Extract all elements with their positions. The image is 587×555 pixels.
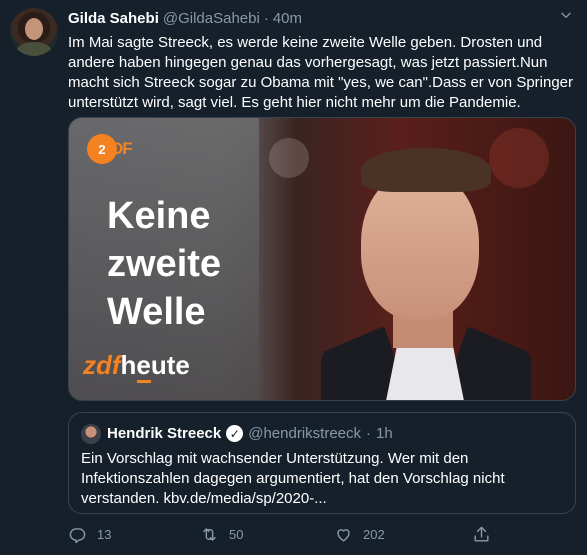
avatar-face: [25, 18, 43, 40]
separator-dot: ·: [263, 10, 269, 27]
headline-line-2: zweite: [107, 243, 222, 285]
share-button[interactable]: [472, 525, 491, 544]
reply-button[interactable]: 13: [68, 525, 111, 544]
zdf-logo-text: DF: [111, 139, 133, 158]
person-portrait: [301, 148, 531, 400]
avatar-body: [16, 42, 52, 56]
author-name[interactable]: Gilda Sahebi: [68, 10, 159, 27]
headline-line-3: Welle: [107, 291, 206, 333]
zdf-logo: 2 DF: [87, 134, 133, 164]
quoted-time[interactable]: 1h: [376, 425, 393, 442]
tweet[interactable]: Gilda Sahebi @GildaSahebi · 40m Im Mai s…: [0, 0, 587, 555]
quoted-author-name[interactable]: Hendrik Streeck: [107, 425, 221, 442]
retweet-count: 50: [229, 527, 244, 542]
heart-icon: [337, 529, 350, 542]
tweet-time[interactable]: 40m: [273, 10, 302, 27]
reply-icon: [69, 528, 86, 544]
author-handle[interactable]: @GildaSahebi: [163, 10, 260, 27]
verified-badge-icon: ✓: [226, 425, 244, 442]
tweet-text: Im Mai sagte Streeck, es werde keine zwe…: [68, 34, 574, 111]
headline-line-1: Keine: [107, 195, 211, 237]
like-button[interactable]: 202: [334, 525, 385, 544]
tweet-media-image[interactable]: 2 DF Keine zweite Welle zdfheute: [68, 117, 576, 401]
zdfheute-brand: zdfheute: [83, 350, 190, 383]
quoted-header: Hendrik Streeck ✓ @hendrikstreeck · 1h: [107, 425, 393, 442]
quoted-avatar[interactable]: [81, 424, 101, 444]
chevron-down-icon[interactable]: [559, 8, 573, 25]
tweet-header: Gilda Sahebi @GildaSahebi · 40m: [68, 10, 302, 27]
quoted-author-handle[interactable]: @hendrikstreeck: [248, 425, 361, 442]
reply-count: 13: [97, 527, 112, 542]
person-hair: [361, 148, 491, 192]
quoted-text: Ein Vorschlag mit wachsender Unterstützu…: [81, 450, 505, 507]
tweet-actions: 13 50 202: [68, 525, 498, 547]
quoted-tweet[interactable]: Hendrik Streeck ✓ @hendrikstreeck · 1h E…: [68, 412, 576, 514]
quoted-separator-dot: ·: [366, 425, 372, 442]
avatar[interactable]: [10, 8, 58, 56]
share-icon: [474, 526, 489, 542]
brand-heute: heute: [120, 350, 190, 380]
brand-underline: [137, 380, 151, 383]
retweet-button[interactable]: 50: [200, 525, 243, 544]
media-headline: Keine zweite Welle: [107, 192, 221, 336]
like-count: 202: [363, 527, 385, 542]
retweet-icon: [203, 528, 216, 541]
brand-zdf: zdf: [83, 350, 121, 380]
person-head: [361, 170, 479, 320]
